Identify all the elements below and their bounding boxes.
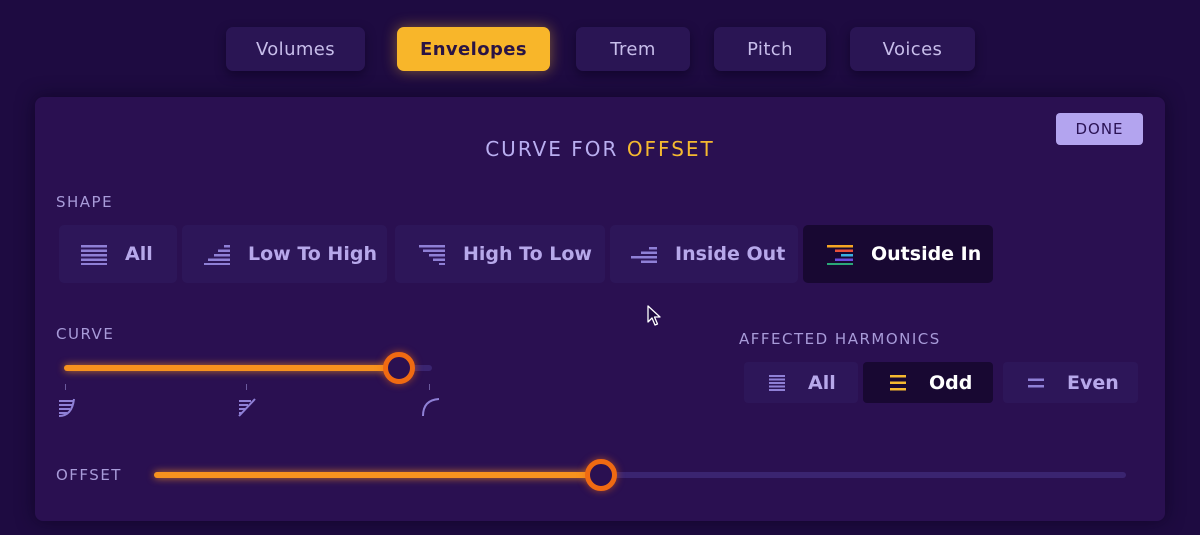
tab-trem[interactable]: Trem: [576, 27, 690, 71]
title-prefix: CURVE FOR: [485, 137, 619, 161]
shape-option-label: Inside Out: [675, 243, 786, 265]
harmonics-option-label: Odd: [929, 371, 973, 394]
harmonics-option-label: Even: [1067, 371, 1119, 394]
shape-high-to-low-button[interactable]: High To Low: [395, 225, 605, 283]
shape-option-label: Outside In: [871, 243, 982, 265]
shape-outside-in-button[interactable]: Outside In: [803, 225, 993, 283]
mouse-pointer-icon: [647, 305, 661, 326]
convex-curve-icon: [58, 398, 75, 417]
all-harmonics-icon: [769, 374, 785, 391]
tab-voices[interactable]: Voices: [850, 27, 975, 71]
panel-title: CURVE FOR OFFSET: [35, 137, 1165, 161]
tab-volumes[interactable]: Volumes: [226, 27, 365, 71]
affected-harmonics-label: AFFECTED HARMONICS: [739, 330, 941, 348]
shape-label: SHAPE: [56, 193, 114, 211]
curve-editor-panel: DONE CURVE FOR OFFSET SHAPE All Low To H…: [35, 97, 1165, 521]
curve-tick: [246, 384, 247, 390]
harmonics-option-label: All: [808, 371, 836, 394]
tab-bar: Volumes Envelopes Trem Pitch Voices: [0, 0, 1200, 90]
harmonics-all-button[interactable]: All: [744, 362, 858, 403]
concave-curve-icon: [422, 398, 440, 417]
tab-envelopes[interactable]: Envelopes: [397, 27, 550, 71]
curve-slider-fill: [64, 365, 399, 371]
offset-slider-fill: [154, 472, 602, 478]
offset-label: OFFSET: [56, 466, 122, 484]
offset-slider-thumb[interactable]: [585, 459, 618, 491]
curve-tick: [429, 384, 430, 390]
shape-option-label: Low To High: [248, 243, 377, 265]
linear-curve-icon: [238, 398, 256, 417]
curve-tick: [65, 384, 66, 390]
high-to-low-icon: [419, 245, 445, 265]
harmonics-odd-button[interactable]: Odd: [863, 362, 993, 403]
shape-option-label: All: [125, 243, 153, 265]
shape-inside-out-button[interactable]: Inside Out: [610, 225, 798, 283]
title-parameter: OFFSET: [626, 137, 715, 161]
harmonics-even-button[interactable]: Even: [1003, 362, 1138, 403]
inside-out-icon: [631, 247, 657, 263]
outside-in-icon: [827, 245, 853, 265]
shape-all-button[interactable]: All: [59, 225, 177, 283]
curve-label: CURVE: [56, 325, 115, 343]
shape-low-to-high-button[interactable]: Low To High: [182, 225, 387, 283]
curve-slider-thumb[interactable]: [382, 352, 415, 384]
all-lines-icon: [81, 245, 107, 265]
tab-pitch[interactable]: Pitch: [714, 27, 826, 71]
shape-option-label: High To Low: [463, 243, 592, 265]
low-to-high-icon: [204, 245, 230, 265]
odd-harmonics-icon: [890, 374, 906, 390]
even-harmonics-icon: [1028, 378, 1044, 387]
